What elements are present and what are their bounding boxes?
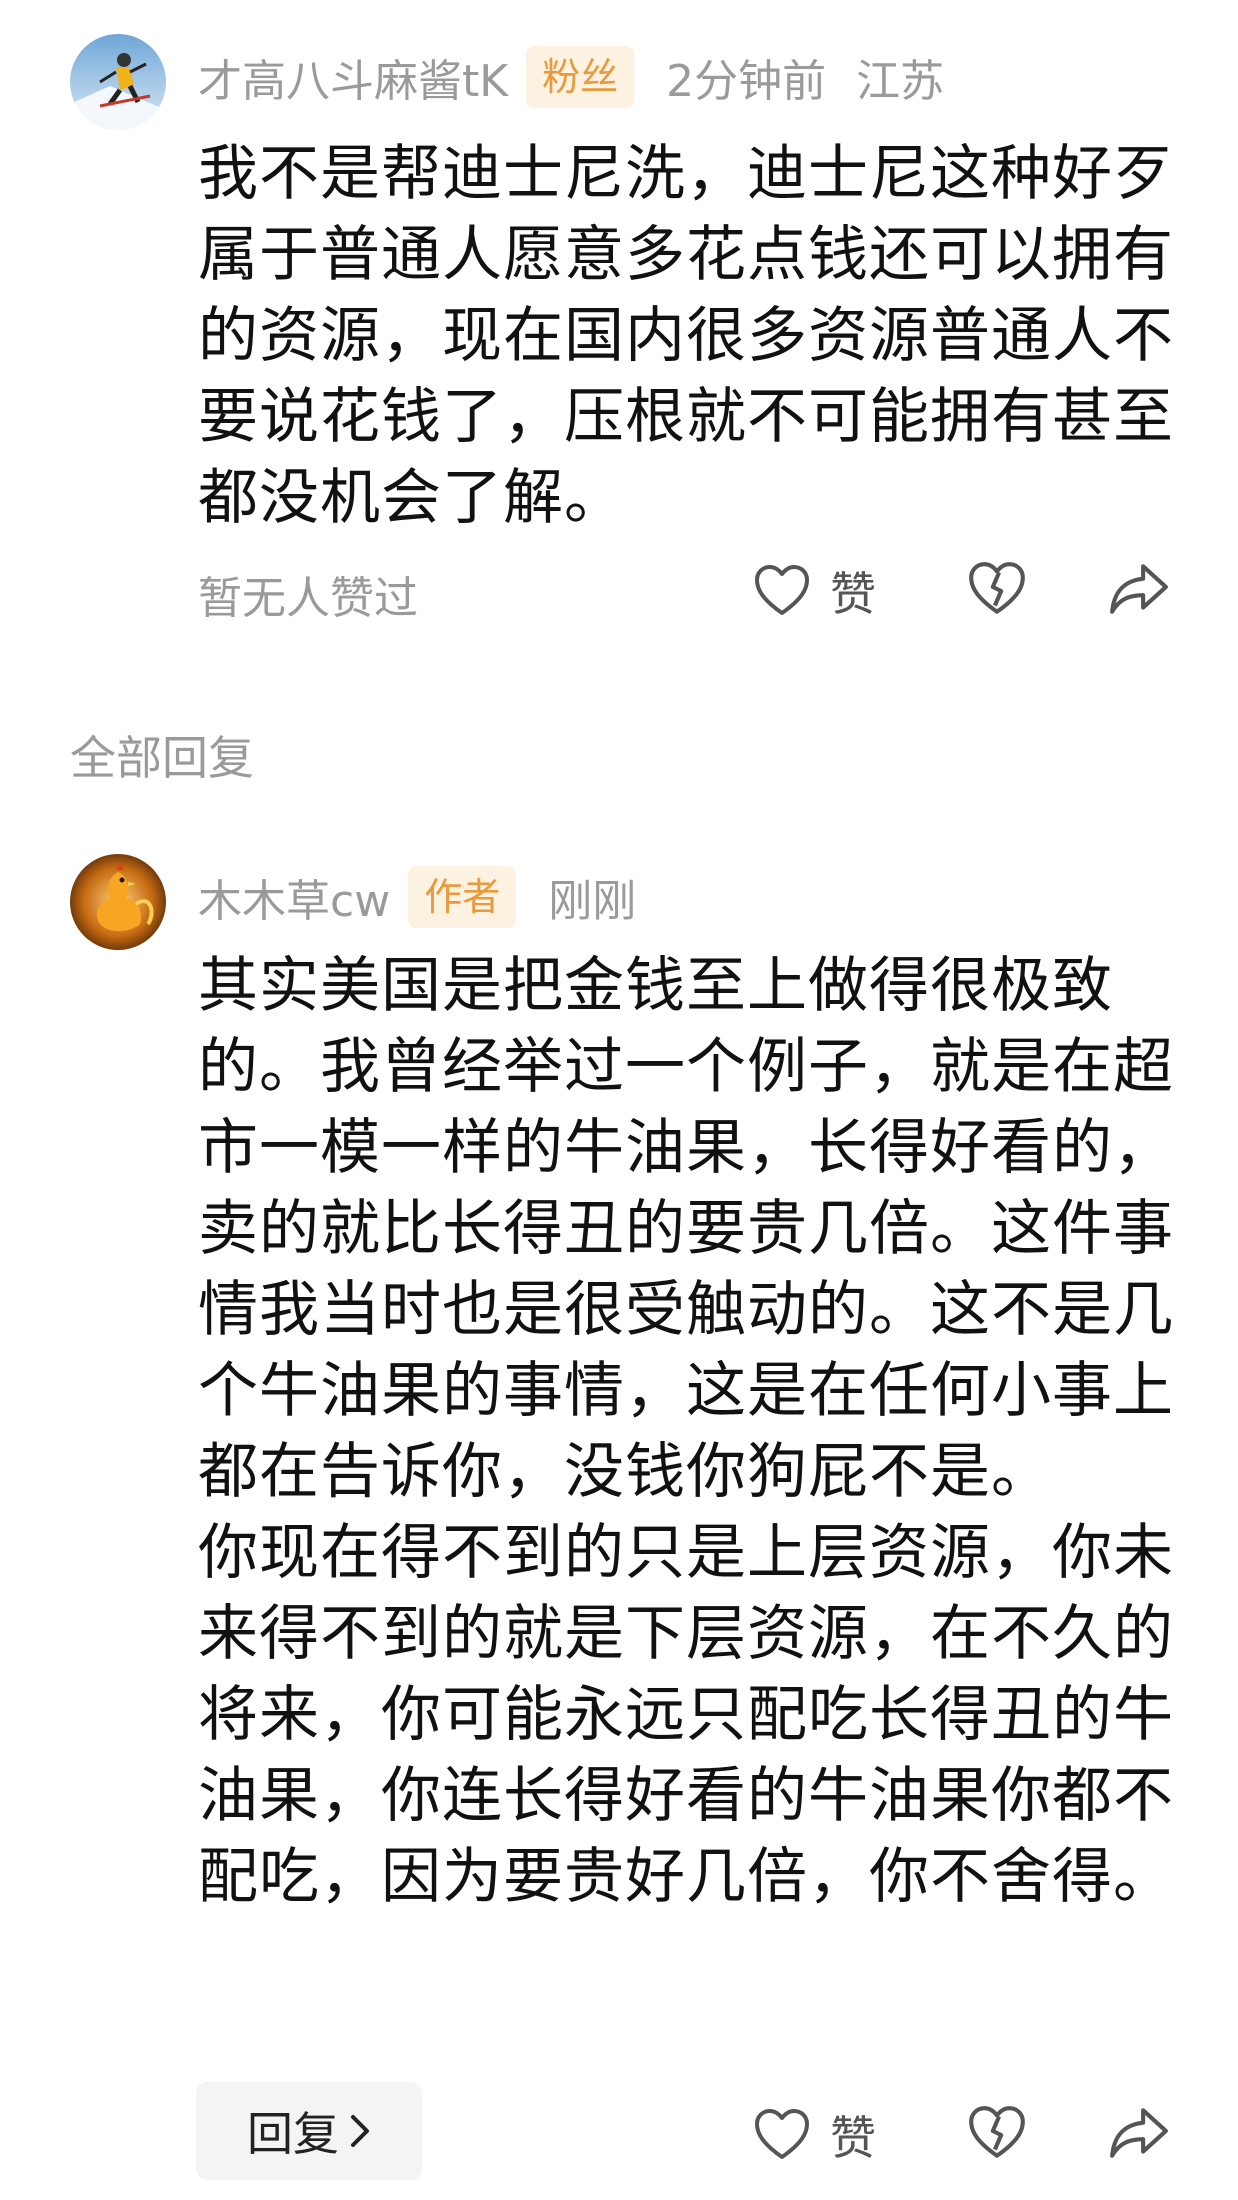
- likes-summary: 暂无人赞过: [198, 573, 418, 624]
- comment-meta: 才高八斗麻酱tK 粉丝 2分钟前 江苏: [198, 42, 944, 112]
- comment-actions: 暂无人赞过 赞: [0, 548, 1238, 638]
- heart-icon: [755, 565, 809, 615]
- comment-text: 我不是帮迪士尼洗，迪士尼这种好歹属于普通人愿意多花点钱还可以拥有的资源，现在国内…: [198, 134, 1178, 539]
- like-label: 赞: [830, 567, 876, 621]
- comment-paragraph: 你现在得不到的只是上层资源，你未来得不到的就是下层资源，在不久的将来，你可能永远…: [198, 1518, 1174, 1912]
- avatar[interactable]: [70, 34, 166, 130]
- comment-paragraph: 我不是帮迪士尼洗，迪士尼这种好歹属于普通人愿意多花点钱还可以拥有的资源，现在国内…: [198, 139, 1174, 533]
- comment-paragraph: 其实美国是把金钱至上做得很极致的。我曾经举过一个例子，就是在超市一模一样的牛油果…: [198, 951, 1174, 1507]
- fan-badge: 粉丝: [526, 46, 635, 108]
- username[interactable]: 才高八斗麻酱tK: [198, 45, 508, 109]
- username[interactable]: 木木草cw: [198, 865, 390, 929]
- like-button[interactable]: 赞: [752, 2102, 876, 2168]
- chevron-right-icon: [351, 2115, 369, 2147]
- like-label: 赞: [830, 2111, 876, 2165]
- timestamp: 刚刚: [548, 876, 637, 927]
- reply-button[interactable]: 回复: [196, 2082, 422, 2180]
- comment-meta: 木木草cw 作者 刚刚: [198, 862, 636, 932]
- share-icon[interactable]: [1108, 558, 1170, 620]
- comment-actions: 回复 赞: [0, 2082, 1238, 2180]
- section-title: 全部回复: [70, 731, 254, 785]
- heartbreak-icon[interactable]: [966, 2102, 1028, 2164]
- timestamp: 2分钟前: [666, 56, 827, 107]
- heart-icon: [755, 2109, 809, 2159]
- comment-card: 木木草cw 作者 刚刚 其实美国是把金钱至上做得很极致的。我曾经举过一个例子，就…: [0, 820, 1238, 2200]
- author-badge: 作者: [408, 866, 517, 928]
- like-button[interactable]: 赞: [752, 558, 876, 624]
- reply-label: 回复: [247, 2107, 339, 2161]
- comment-text: 其实美国是把金钱至上做得很极致的。我曾经举过一个例子，就是在超市一模一样的牛油果…: [198, 946, 1178, 1918]
- comment-card: 才高八斗麻酱tK 粉丝 2分钟前 江苏 我不是帮迪士尼洗，迪士尼这种好歹属于普通…: [0, 0, 1238, 660]
- heartbreak-icon[interactable]: [966, 558, 1028, 620]
- share-icon[interactable]: [1108, 2102, 1170, 2164]
- avatar[interactable]: [70, 854, 166, 950]
- location: 江苏: [856, 56, 945, 107]
